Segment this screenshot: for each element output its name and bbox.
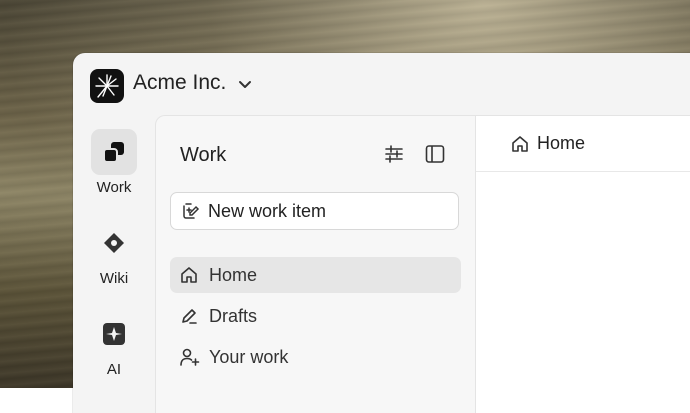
new-work-item-button[interactable]: New work item xyxy=(170,192,459,230)
compose-icon xyxy=(182,202,200,220)
app-window: Acme Inc. Work Wiki AI Work New work ite… xyxy=(73,53,690,413)
rail-item-label: Work xyxy=(96,179,132,196)
filter-sliders-icon[interactable] xyxy=(380,140,408,168)
rail-item-label: Wiki xyxy=(99,270,129,287)
rail-item-ai[interactable]: AI xyxy=(73,311,155,378)
sidebar-toggle-icon[interactable] xyxy=(421,140,449,168)
main-header: Home xyxy=(476,116,690,172)
wiki-icon xyxy=(91,220,137,266)
rail-item-work[interactable]: Work xyxy=(73,129,155,196)
rail-item-wiki[interactable]: Wiki xyxy=(73,220,155,287)
home-icon xyxy=(511,135,529,153)
pen-icon xyxy=(180,307,200,325)
ai-icon xyxy=(91,311,137,357)
top-bar: Acme Inc. xyxy=(73,53,690,115)
user-plus-icon xyxy=(180,348,200,366)
panel-title: Work xyxy=(180,144,227,166)
work-side-panel: Work New work item Home Drafts Your work xyxy=(155,115,476,413)
chevron-down-icon[interactable] xyxy=(238,77,252,95)
home-icon xyxy=(180,266,200,284)
rail-item-label: AI xyxy=(106,361,122,378)
app-rail: Work Wiki AI xyxy=(73,115,155,413)
nav-item-label: Your work xyxy=(209,346,289,367)
new-work-item-label: New work item xyxy=(208,200,327,221)
nav-item-drafts[interactable]: Drafts xyxy=(170,298,461,334)
nav-item-label: Drafts xyxy=(209,305,258,326)
breadcrumb[interactable]: Home xyxy=(537,133,585,154)
main-content: Home xyxy=(475,115,690,413)
work-icon xyxy=(91,129,137,175)
workspace-name[interactable]: Acme Inc. xyxy=(133,71,226,95)
nav-item-your-work[interactable]: Your work xyxy=(170,339,461,375)
workspace-logo-icon[interactable] xyxy=(90,69,124,103)
nav-item-label: Home xyxy=(209,264,258,285)
nav-item-home[interactable]: Home xyxy=(170,257,461,293)
